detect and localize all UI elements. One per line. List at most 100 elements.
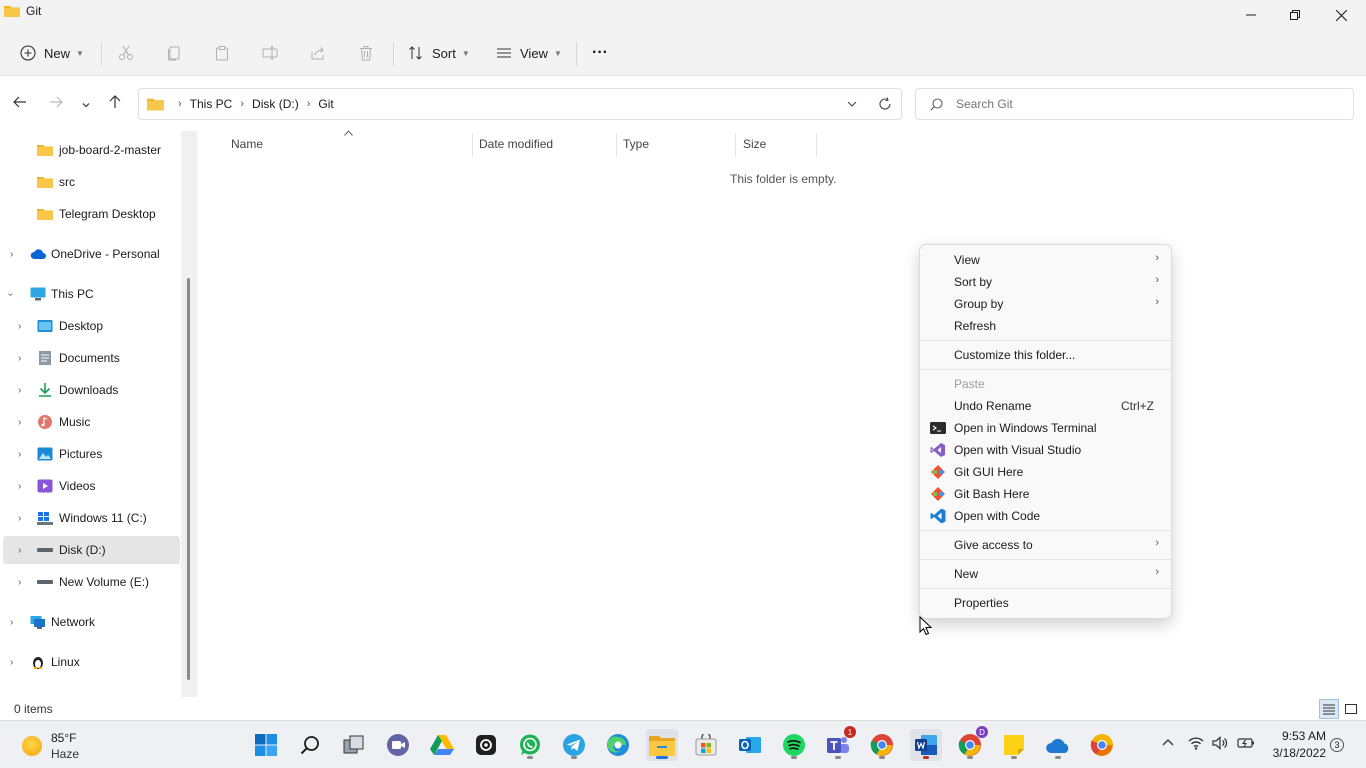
show-hidden-icons-button[interactable]: [1162, 736, 1174, 752]
menu-item-open-with-code[interactable]: Open with Code: [924, 505, 1169, 527]
taskbar-app-chat[interactable]: [382, 729, 414, 761]
sidebar-item-windows-c[interactable]: › Windows 11 (C:): [0, 504, 180, 532]
menu-item-paste[interactable]: Paste: [924, 373, 1169, 395]
sidebar-item-network[interactable]: › Network: [0, 608, 180, 636]
notification-center-badge[interactable]: 3: [1330, 738, 1344, 752]
breadcrumb-chevron-icon[interactable]: ›: [240, 98, 244, 110]
chevron-right-icon[interactable]: ›: [18, 513, 21, 524]
task-view-button[interactable]: [338, 729, 370, 761]
sidebar-item-documents[interactable]: › Documents: [0, 344, 180, 372]
column-divider[interactable]: [816, 133, 817, 157]
taskbar-app-file-explorer[interactable]: [646, 729, 678, 761]
file-list[interactable]: [197, 131, 1366, 697]
menu-item-view[interactable]: View ›: [924, 249, 1169, 271]
column-divider[interactable]: [472, 133, 473, 157]
column-divider[interactable]: [616, 133, 617, 157]
start-button[interactable]: [250, 729, 282, 761]
sidebar-item-pictures[interactable]: › Pictures: [0, 440, 180, 468]
column-header-date-modified[interactable]: Date modified: [479, 137, 553, 151]
copy-button[interactable]: [166, 38, 182, 68]
taskbar-app-onedrive[interactable]: [1042, 729, 1074, 761]
breadcrumb-disk-d[interactable]: Disk (D:): [252, 97, 299, 111]
menu-item-give-access[interactable]: Give access to ›: [924, 534, 1169, 556]
weather-widget[interactable]: 85°F Haze: [10, 721, 110, 768]
new-button[interactable]: New ▼: [20, 38, 84, 68]
share-button[interactable]: [310, 38, 326, 68]
menu-item-git-bash[interactable]: Git Bash Here: [924, 483, 1169, 505]
refresh-icon[interactable]: [878, 97, 892, 111]
address-bar[interactable]: › This PC › Disk (D:) › Git: [138, 88, 902, 120]
chevron-right-icon[interactable]: ›: [18, 449, 21, 460]
taskbar-app-chrome-beta[interactable]: [1086, 729, 1118, 761]
column-header-type[interactable]: Type: [623, 137, 649, 151]
menu-item-open-terminal[interactable]: Open in Windows Terminal: [924, 417, 1169, 439]
taskbar-app-chrome[interactable]: [866, 729, 898, 761]
chevron-down-icon[interactable]: ›: [5, 292, 16, 295]
sidebar-scrollbar-thumb[interactable]: [187, 278, 190, 680]
taskbar-app-teams[interactable]: 1: [822, 726, 856, 761]
sidebar-item-downloads[interactable]: › Downloads: [0, 376, 180, 404]
delete-button[interactable]: [358, 38, 374, 68]
menu-item-new[interactable]: New ›: [924, 563, 1169, 585]
menu-item-git-gui[interactable]: Git GUI Here: [924, 461, 1169, 483]
taskbar-app-whatsapp[interactable]: [514, 729, 546, 761]
more-options-button[interactable]: ···: [592, 38, 608, 68]
chevron-right-icon[interactable]: ›: [18, 417, 21, 428]
minimize-button[interactable]: [1228, 0, 1274, 30]
chevron-right-icon[interactable]: ›: [18, 481, 21, 492]
column-header-name[interactable]: Name: [231, 137, 263, 151]
wifi-status[interactable]: [1188, 736, 1204, 753]
cut-button[interactable]: [118, 38, 134, 68]
taskbar-app-settings-camera[interactable]: [470, 729, 502, 761]
menu-item-sort-by[interactable]: Sort by ›: [924, 271, 1169, 293]
taskbar-app-sticky-notes[interactable]: [998, 729, 1030, 761]
chevron-right-icon[interactable]: ›: [10, 249, 13, 260]
breadcrumb-this-pc[interactable]: This PC: [190, 97, 233, 111]
forward-button[interactable]: [49, 95, 63, 112]
search-box[interactable]: [915, 88, 1354, 120]
taskbar-app-outlook[interactable]: [734, 729, 766, 761]
chevron-right-icon[interactable]: ›: [18, 385, 21, 396]
sort-button[interactable]: Sort ▼: [408, 38, 470, 68]
sidebar-item-linux[interactable]: › Linux: [0, 648, 180, 676]
search-input[interactable]: [956, 95, 1336, 113]
sidebar-item-onedrive[interactable]: › OneDrive - Personal: [0, 240, 180, 268]
sidebar-item-videos[interactable]: › Videos: [0, 472, 180, 500]
battery-status[interactable]: [1237, 736, 1255, 753]
view-button[interactable]: View ▼: [496, 38, 562, 68]
taskbar-app-telegram[interactable]: [558, 729, 590, 761]
sidebar-item-src[interactable]: src: [0, 168, 180, 196]
menu-item-open-visual-studio[interactable]: Open with Visual Studio: [924, 439, 1169, 461]
menu-item-undo-rename[interactable]: Undo Rename Ctrl+Z: [924, 395, 1169, 417]
breadcrumb-chevron-icon[interactable]: ›: [307, 98, 311, 110]
sidebar-item-new-volume-e[interactable]: › New Volume (E:): [0, 568, 180, 596]
up-button[interactable]: [108, 95, 122, 112]
chevron-right-icon[interactable]: ›: [10, 617, 13, 628]
taskbar-app-microsoft-store[interactable]: [690, 729, 722, 761]
chevron-right-icon[interactable]: ›: [18, 577, 21, 588]
large-icons-view-button[interactable]: [1341, 699, 1361, 719]
chevron-down-icon[interactable]: [847, 99, 857, 109]
column-divider[interactable]: [735, 133, 736, 157]
restore-button[interactable]: [1272, 0, 1318, 30]
close-button[interactable]: [1318, 0, 1364, 30]
chevron-right-icon[interactable]: ›: [18, 545, 21, 556]
taskbar-app-edge[interactable]: [602, 729, 634, 761]
menu-item-customize-folder[interactable]: Customize this folder...: [924, 344, 1169, 366]
chevron-right-icon[interactable]: ›: [18, 321, 21, 332]
sidebar-item-desktop[interactable]: › Desktop: [0, 312, 180, 340]
taskbar-search-button[interactable]: [294, 729, 326, 761]
sidebar-item-telegram-desktop[interactable]: Telegram Desktop: [0, 200, 180, 228]
column-header-size[interactable]: Size: [743, 137, 766, 151]
taskbar-app-google-drive[interactable]: [426, 729, 458, 761]
sidebar-item-disk-d[interactable]: › Disk (D:): [3, 536, 180, 564]
details-view-button[interactable]: [1319, 699, 1339, 719]
chevron-right-icon[interactable]: ›: [10, 657, 13, 668]
sidebar-item-music[interactable]: › Music: [0, 408, 180, 436]
paste-button[interactable]: [214, 38, 230, 68]
sidebar-item-job-board[interactable]: job-board-2-master: [0, 136, 180, 164]
volume-status[interactable]: [1212, 736, 1228, 753]
taskbar-app-spotify[interactable]: [778, 729, 810, 761]
taskbar-app-word[interactable]: [910, 729, 942, 761]
sidebar-item-this-pc[interactable]: › This PC: [0, 280, 180, 308]
